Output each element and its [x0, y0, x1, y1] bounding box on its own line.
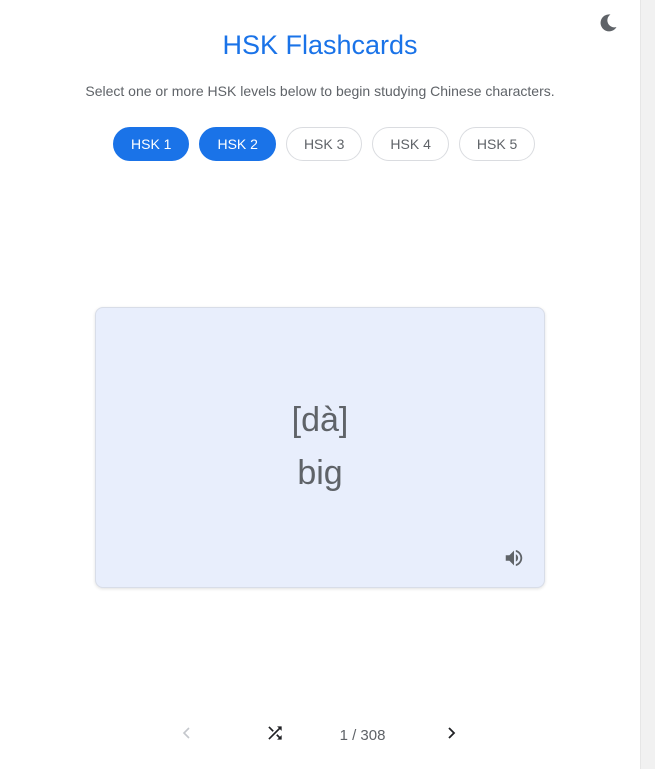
- previous-button[interactable]: [177, 722, 197, 748]
- page-subtitle: Select one or more HSK levels below to b…: [85, 83, 555, 99]
- hsk-5-button[interactable]: HSK 5: [458, 127, 536, 161]
- chevron-right-icon: [444, 726, 458, 745]
- chevron-left-icon: [180, 726, 194, 745]
- hsk-4-button[interactable]: HSK 4: [372, 127, 449, 161]
- hsk-3-button[interactable]: HSK 3: [285, 127, 363, 161]
- hsk-2-button[interactable]: HSK 2: [199, 127, 276, 161]
- card-pinyin: [dà]: [291, 401, 349, 439]
- page-title: HSK Flashcards: [222, 30, 418, 60]
- hsk-1-button[interactable]: HSK 1: [113, 127, 190, 161]
- flashcards-page: HSK Flashcards Select one or more HSK le…: [0, 0, 640, 769]
- card-meaning: big: [297, 454, 343, 492]
- shuffle-button[interactable]: [263, 722, 287, 748]
- card-counter: 1 / 308: [339, 726, 386, 744]
- scrollbar[interactable]: [640, 0, 655, 769]
- next-button[interactable]: [441, 722, 461, 748]
- speaker-icon[interactable]: [503, 547, 525, 569]
- hsk-level-selector: HSK 1 HSK 2 HSK 3 HSK 4 HSK 5: [113, 127, 536, 161]
- shuffle-icon: [265, 723, 285, 748]
- flashcard[interactable]: [dà] big: [95, 307, 545, 588]
